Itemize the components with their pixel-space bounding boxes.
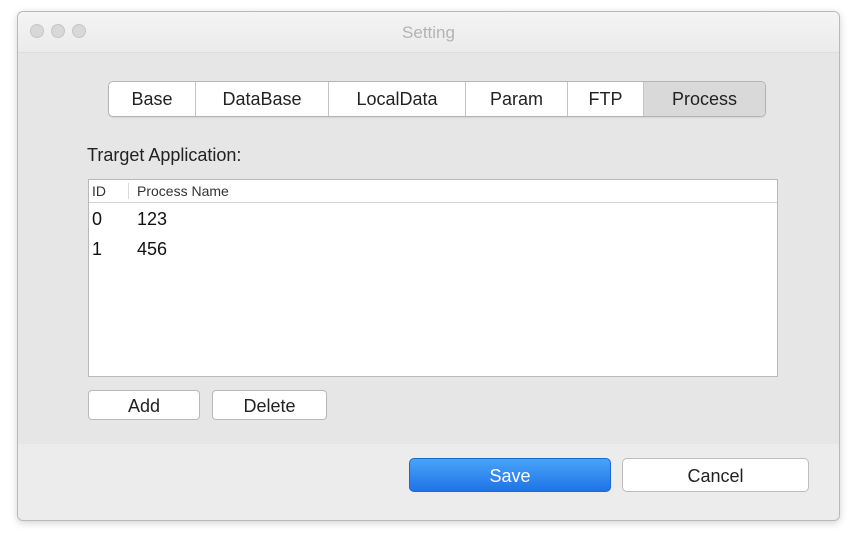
table-row[interactable]: 1 456 (89, 235, 777, 265)
window-title: Setting (402, 23, 455, 42)
tab-param[interactable]: Param (466, 82, 568, 116)
table-header: ID Process Name (89, 180, 777, 203)
delete-button[interactable]: Delete (212, 390, 327, 420)
table-row[interactable]: 0 123 (89, 205, 777, 235)
process-table[interactable]: ID Process Name 0 123 1 456 (88, 179, 778, 377)
column-divider[interactable] (128, 183, 129, 199)
title-bar[interactable]: Setting (18, 12, 839, 53)
target-application-label: Trarget Application: (87, 145, 242, 165)
save-button[interactable]: Save (409, 458, 611, 492)
cancel-button[interactable]: Cancel (622, 458, 809, 492)
tab-base[interactable]: Base (109, 82, 196, 116)
tab-process[interactable]: Process (644, 82, 765, 116)
tab-ftp[interactable]: FTP (568, 82, 644, 116)
row-process-name-cell: 123 (137, 209, 168, 229)
add-button[interactable]: Add (88, 390, 200, 420)
column-header-process-name[interactable]: Process Name (137, 183, 229, 199)
process-panel: Base DataBase LocalData Param FTP Proces… (18, 53, 839, 444)
dialog-footer: Save Cancel (18, 444, 839, 520)
tab-database[interactable]: DataBase (196, 82, 329, 116)
row-process-name-cell: 456 (137, 239, 168, 259)
column-header-id[interactable]: ID (92, 183, 106, 199)
row-id-cell: 1 (92, 239, 103, 259)
settings-window: Setting Base DataBase LocalData Param FT… (17, 11, 840, 521)
row-id-cell: 0 (92, 209, 103, 229)
tab-localdata[interactable]: LocalData (329, 82, 466, 116)
settings-tab-bar: Base DataBase LocalData Param FTP Proces… (108, 81, 766, 117)
